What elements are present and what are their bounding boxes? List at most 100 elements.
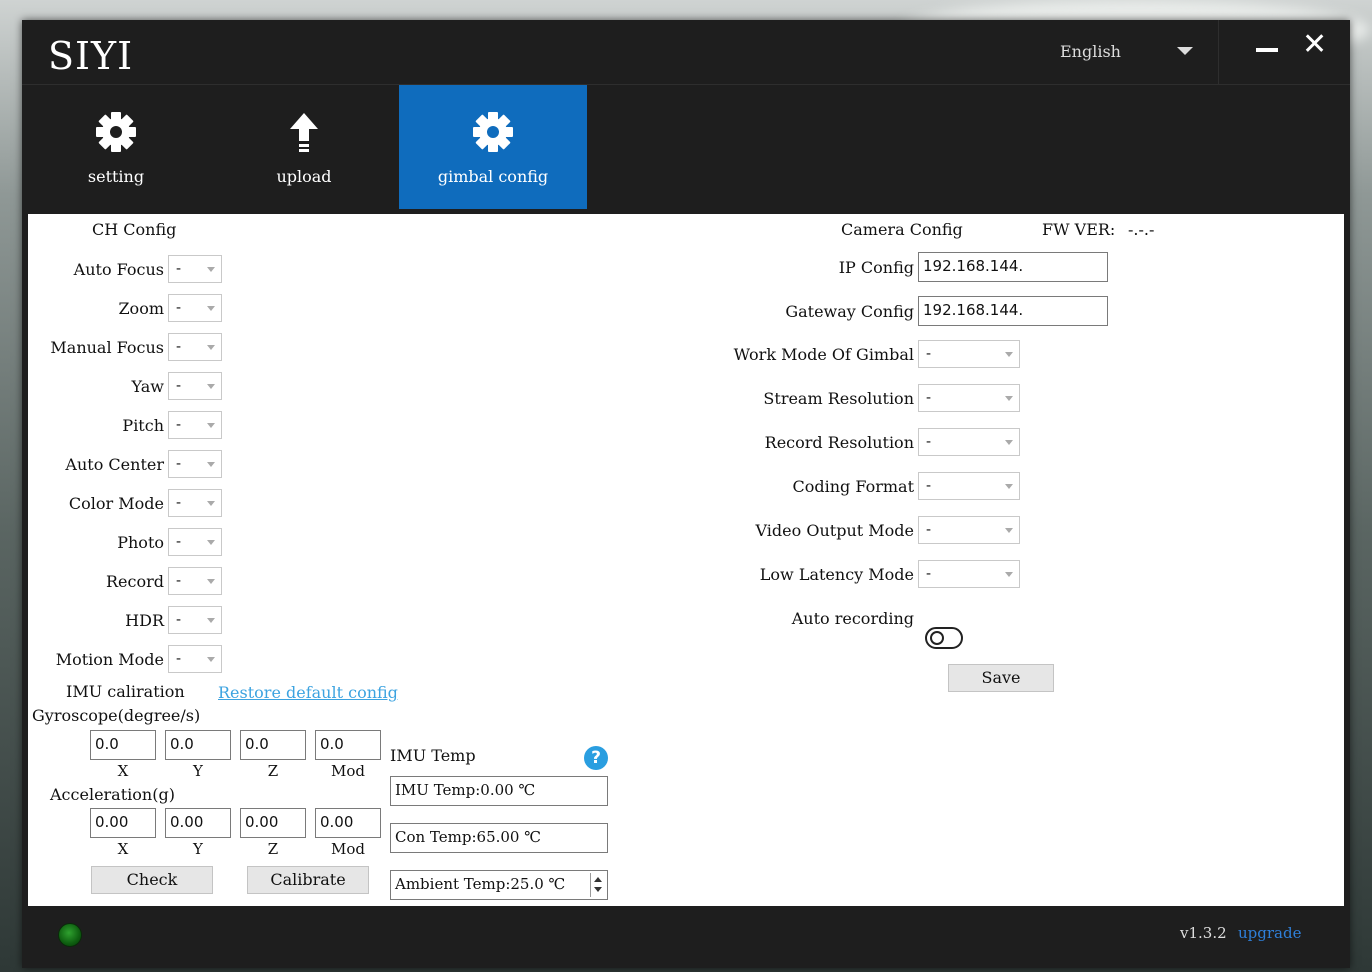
chevron-down-icon: [1005, 572, 1013, 577]
low-latency-mode-label: Low Latency Mode: [759, 565, 914, 584]
tab-upload[interactable]: upload: [210, 85, 398, 209]
chevron-down-icon: [1005, 440, 1013, 445]
gyro-x-field[interactable]: 0.0: [90, 730, 156, 760]
close-button[interactable]: ✕: [1302, 30, 1328, 60]
stream-resolution-label: Stream Resolution: [763, 389, 914, 408]
photo-label: Photo: [117, 533, 164, 552]
fw-version-label: FW VER:: [1042, 220, 1116, 239]
ch-config-title: CH Config: [92, 220, 177, 239]
acceleration-label: Acceleration(g): [50, 785, 175, 804]
chevron-down-icon: [207, 384, 215, 389]
auto-recording-toggle[interactable]: [925, 627, 963, 649]
hdr-label: HDR: [125, 611, 164, 630]
check-button[interactable]: Check: [91, 866, 213, 894]
language-selector[interactable]: English: [1060, 42, 1121, 61]
coding-format-select[interactable]: -: [918, 472, 1020, 500]
help-icon[interactable]: ?: [584, 746, 608, 770]
accel-y-field[interactable]: 0.00: [165, 808, 231, 838]
chevron-down-icon: [207, 345, 215, 350]
record-resolution-select[interactable]: -: [918, 428, 1020, 456]
chevron-down-icon: [1005, 396, 1013, 401]
gyro-y-field[interactable]: 0.0: [165, 730, 231, 760]
axis-label-mod: Mod: [331, 840, 365, 858]
axis-label-x: X: [117, 762, 129, 780]
chevron-down-icon: [1005, 352, 1013, 357]
auto-center-label: Auto Center: [65, 455, 164, 474]
minimize-button[interactable]: [1256, 34, 1280, 64]
motion-mode-select[interactable]: -: [168, 645, 222, 673]
axis-label-y: Y: [193, 762, 203, 780]
chevron-down-icon: [207, 657, 215, 662]
pitch-select[interactable]: -: [168, 411, 222, 439]
axis-label-z: Z: [267, 762, 279, 780]
calibrate-button[interactable]: Calibrate: [247, 866, 369, 894]
ip-config-label: IP Config: [838, 258, 914, 277]
motion-mode-label: Motion Mode: [55, 650, 164, 669]
ip-config-field[interactable]: 192.168.144.: [918, 252, 1108, 282]
tab-setting-label: setting: [87, 167, 145, 186]
gateway-config-label: Gateway Config: [785, 302, 914, 321]
title-bar: SIYI English ✕: [22, 20, 1350, 85]
color-mode-label: Color Mode: [68, 494, 164, 513]
video-output-mode-select[interactable]: -: [918, 516, 1020, 544]
upload-arrow-icon: [210, 109, 398, 155]
restore-default-config-link[interactable]: Restore default config: [218, 683, 398, 702]
gear-icon: [399, 109, 587, 155]
app-window: SIYI English ✕ setting upload gimbal con…: [22, 20, 1350, 968]
accel-x-field[interactable]: 0.00: [90, 808, 156, 838]
auto-recording-label: Auto recording: [791, 609, 914, 628]
chevron-down-icon: [207, 306, 215, 311]
spinner-arrows-icon[interactable]: [590, 873, 605, 897]
gear-icon: [22, 109, 210, 155]
gyro-z-field[interactable]: 0.0: [240, 730, 306, 760]
photo-select[interactable]: -: [168, 528, 222, 556]
record-resolution-label: Record Resolution: [764, 433, 914, 452]
yaw-select[interactable]: -: [168, 372, 222, 400]
work-mode-label: Work Mode Of Gimbal: [733, 345, 914, 364]
app-logo: SIYI: [48, 34, 134, 78]
record-label: Record: [106, 572, 164, 591]
manual-focus-label: Manual Focus: [50, 338, 164, 357]
auto-focus-select[interactable]: -: [168, 255, 222, 283]
color-mode-select[interactable]: -: [168, 489, 222, 517]
camera-config-title: Camera Config: [841, 220, 963, 239]
status-bar: v1.3.2 upgrade: [22, 906, 1350, 968]
save-button[interactable]: Save: [948, 664, 1054, 692]
gyro-mod-field[interactable]: 0.0: [315, 730, 381, 760]
version-label: v1.3.2: [1180, 924, 1227, 942]
chevron-down-icon: [207, 462, 215, 467]
tab-setting[interactable]: setting: [22, 85, 210, 209]
low-latency-mode-select[interactable]: -: [918, 560, 1020, 588]
imu-temp-field: IMU Temp:0.00 ℃: [390, 776, 608, 806]
auto-center-select[interactable]: -: [168, 450, 222, 478]
tab-upload-label: upload: [276, 167, 332, 186]
zoom-label: Zoom: [118, 299, 164, 318]
manual-focus-select[interactable]: -: [168, 333, 222, 361]
chevron-down-icon: [207, 423, 215, 428]
chevron-down-icon: [1005, 528, 1013, 533]
zoom-select[interactable]: -: [168, 294, 222, 322]
gimbal-config-panel: CH Config Auto Focus - Zoom - Manual Foc…: [28, 214, 1344, 906]
chevron-down-icon: [207, 501, 215, 506]
accel-mod-field[interactable]: 0.00: [315, 808, 381, 838]
upgrade-link[interactable]: upgrade: [1238, 924, 1301, 942]
accel-z-field[interactable]: 0.00: [240, 808, 306, 838]
stream-resolution-select[interactable]: -: [918, 384, 1020, 412]
ambient-temp-field[interactable]: Ambient Temp:25.0 ℃: [390, 870, 608, 900]
connection-status-led-icon: [58, 923, 82, 947]
gyroscope-label: Gyroscope(degree/s): [32, 706, 201, 725]
chevron-down-icon: [207, 540, 215, 545]
chevron-down-icon: [207, 267, 215, 272]
main-nav: setting upload gimbal config: [22, 85, 1350, 209]
record-select[interactable]: -: [168, 567, 222, 595]
chevron-down-icon[interactable]: [1177, 47, 1193, 55]
gateway-config-field[interactable]: 192.168.144.: [918, 296, 1108, 326]
work-mode-select[interactable]: -: [918, 340, 1020, 368]
axis-label-z: Z: [267, 840, 279, 858]
auto-focus-label: Auto Focus: [73, 260, 164, 279]
hdr-select[interactable]: -: [168, 606, 222, 634]
pitch-label: Pitch: [122, 416, 164, 435]
yaw-label: Yaw: [131, 377, 164, 396]
tab-gimbal-config[interactable]: gimbal config: [399, 85, 587, 209]
axis-label-y: Y: [193, 840, 203, 858]
